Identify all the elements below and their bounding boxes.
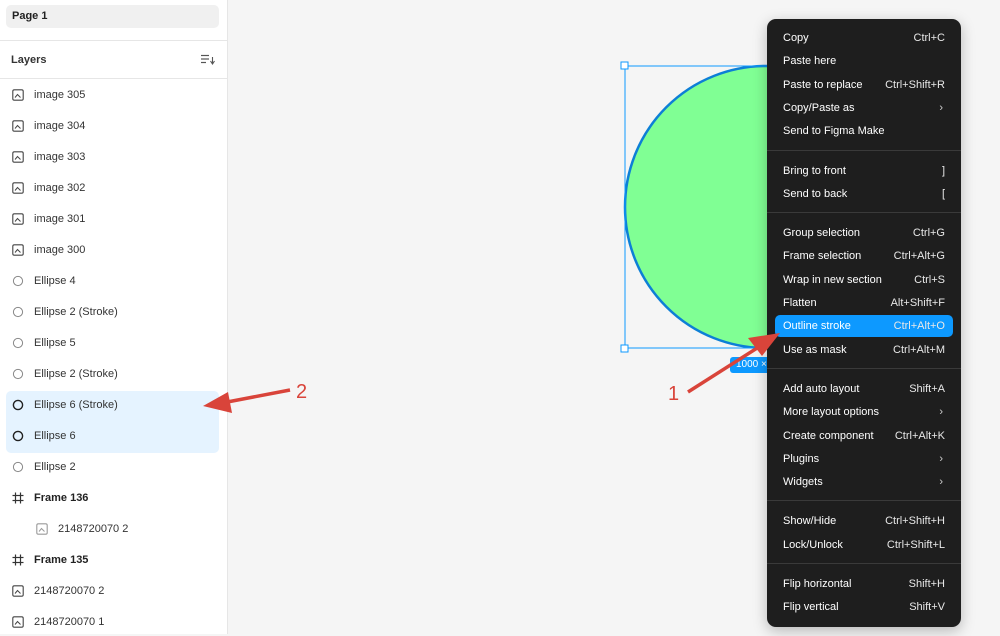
arrow-annotation-1	[687, 333, 780, 394]
arrow-annotation-2	[203, 388, 291, 413]
annotation-number-2: 2	[296, 381, 308, 403]
annotation-number-1: 1	[668, 383, 680, 405]
annotation-overlay	[203, 333, 780, 413]
